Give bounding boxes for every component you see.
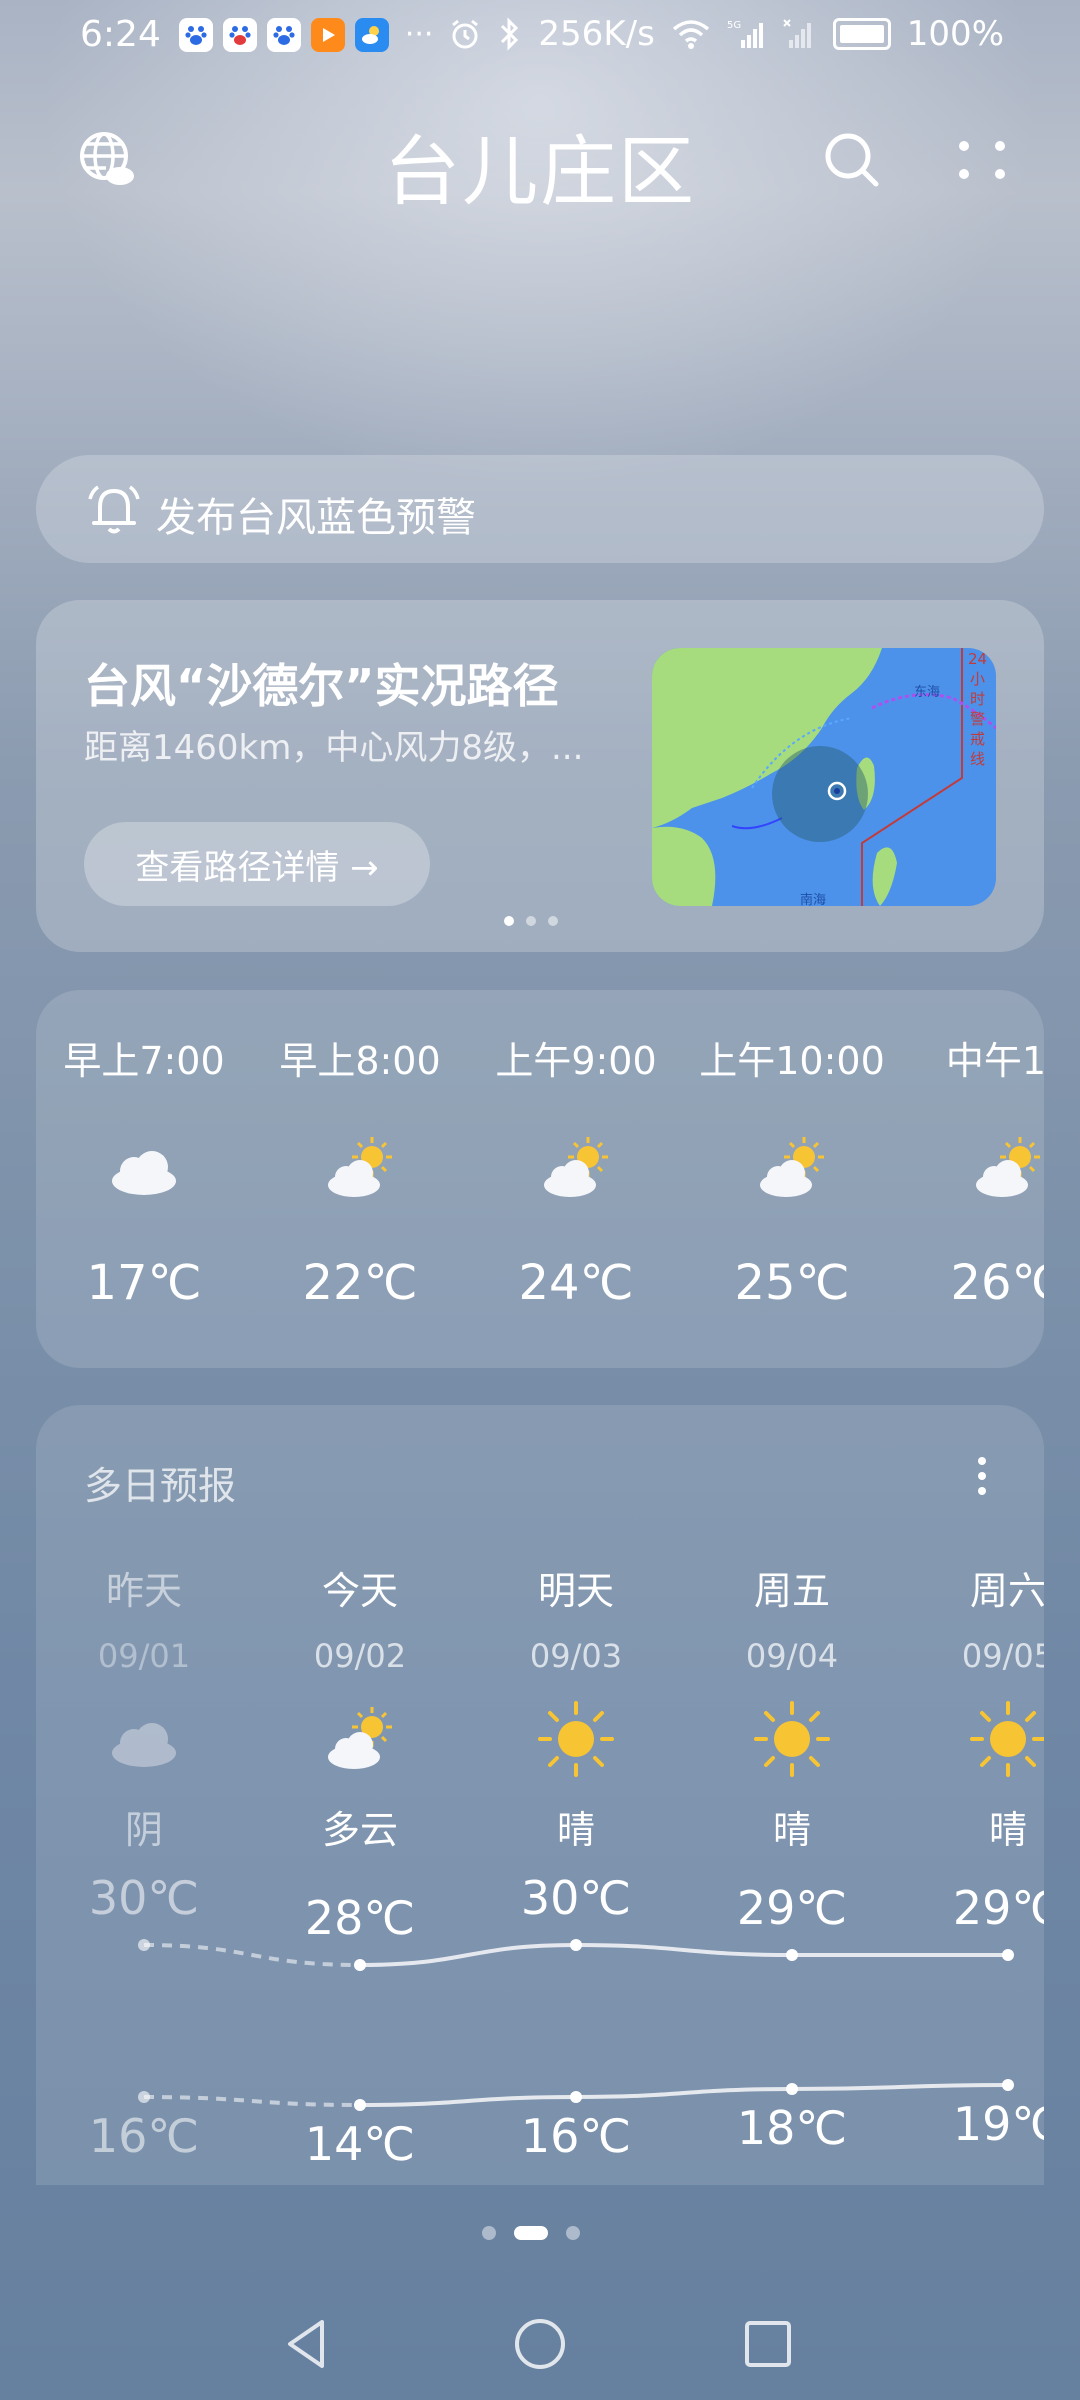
hourly-temp: 25℃ xyxy=(734,1255,850,1311)
city-title[interactable]: 台儿庄区 xyxy=(0,110,1080,220)
map-east-sea-label: 东海 xyxy=(914,685,940,700)
alarm-icon xyxy=(452,19,479,49)
high-temp-point xyxy=(786,1949,798,1961)
high-temp-segment xyxy=(143,1943,361,1967)
baidu-paw-icon xyxy=(266,17,301,52)
hourly-time: 早上8:00 xyxy=(279,1039,441,1083)
high-temp-point xyxy=(1002,1949,1014,1961)
recents-icon[interactable] xyxy=(736,2312,800,2376)
map-south-sea-label: 南海 xyxy=(800,892,826,906)
low-temp-label: 16℃ xyxy=(520,2109,632,2163)
menu-grid-icon[interactable] xyxy=(950,128,1014,192)
weather-app-icon xyxy=(354,17,389,52)
search-icon[interactable] xyxy=(820,128,884,192)
high-temp-point xyxy=(570,1939,582,1951)
high-temp-segment xyxy=(359,1943,577,1967)
typhoon-path-card[interactable]: 台风“沙德尔”实况路径 距离1460km，中心风力8级，... 查看路径详情 →… xyxy=(36,600,1044,952)
signal-no-sim-icon xyxy=(783,19,811,48)
hourly-time: 早上7:00 xyxy=(63,1039,225,1083)
high-temp-label: 29℃ xyxy=(736,1881,848,1935)
hourly-temp: 24℃ xyxy=(518,1255,634,1311)
low-temp-segment xyxy=(575,2087,793,2099)
high-temp-segment xyxy=(575,1943,793,1957)
battery-icon xyxy=(832,18,891,50)
low-temp-point xyxy=(1002,2079,1014,2091)
typhoon-map-thumbnail[interactable]: 24 小时警戒线 东海 南海 xyxy=(652,648,996,906)
low-temp-label: 14℃ xyxy=(304,2117,416,2171)
partly-cloudy-icon xyxy=(544,1137,608,1197)
typhoon-card-title: 台风“沙德尔”实况路径 xyxy=(84,659,559,713)
partly-cloudy-icon xyxy=(976,1137,1040,1197)
hourly-temp: 17℃ xyxy=(86,1255,202,1311)
low-temp-label: 18℃ xyxy=(736,2101,848,2155)
high-temp-point xyxy=(138,1939,150,1951)
low-temp-label: 19℃ xyxy=(952,2097,1044,2151)
high-temp-label: 30℃ xyxy=(520,1871,632,1925)
signal-5g-icon: 5G xyxy=(727,20,763,48)
low-temp-point xyxy=(354,2099,366,2111)
partly-cloudy-icon xyxy=(328,1137,392,1197)
high-temp-label: 30℃ xyxy=(88,1871,200,1925)
sky-background xyxy=(0,0,1080,520)
status-time: 6:24 xyxy=(80,14,161,55)
low-temp-segment xyxy=(791,2083,1009,2091)
header: 台儿庄区 xyxy=(0,110,1080,216)
hourly-time: 中午11 xyxy=(945,1039,1044,1083)
video-app-icon xyxy=(310,17,345,52)
map-warning-line-label: 24 小时警戒线 xyxy=(968,650,987,768)
hourly-temp: 26℃ xyxy=(950,1255,1045,1311)
back-icon[interactable] xyxy=(276,2312,340,2376)
hourly-item: 早上7:00 17℃ xyxy=(36,1030,252,1311)
bluetooth-icon xyxy=(501,17,519,51)
high-temp-point xyxy=(354,1959,366,1971)
low-temp-label: 16℃ xyxy=(88,2109,200,2163)
cloudy-icon xyxy=(112,1151,176,1195)
hourly-item: 早上8:00 22℃ xyxy=(252,1030,468,1311)
battery-percent: 100% xyxy=(906,14,1004,54)
card-pager-dots xyxy=(504,916,558,926)
low-temp-segment xyxy=(143,2095,361,2107)
high-temp-label: 29℃ xyxy=(952,1881,1044,1935)
baidu-paw-icon xyxy=(178,17,213,52)
hourly-temp: 22℃ xyxy=(302,1255,418,1311)
hourly-item: 中午11 26℃ xyxy=(900,1030,1044,1311)
home-icon[interactable] xyxy=(508,2312,572,2376)
partly-cloudy-icon xyxy=(760,1137,824,1197)
hourly-time: 上午9:00 xyxy=(495,1039,657,1083)
baidu-paw-icon xyxy=(222,17,257,52)
high-temp-label: 28℃ xyxy=(304,1891,416,1945)
view-path-details-button[interactable]: 查看路径详情 → xyxy=(84,822,430,906)
low-temp-point xyxy=(138,2091,150,2103)
svg-text:5G: 5G xyxy=(727,20,741,31)
multi-day-forecast[interactable]: 多日预报 昨天 09/01 阴 今天 09/02 多云 明天 09/03 晴 周… xyxy=(36,1405,1044,2185)
navigation-bar xyxy=(0,2290,1080,2400)
hourly-item: 上午10:00 25℃ xyxy=(684,1030,900,1311)
more-notifications-icon: ··· xyxy=(404,17,434,52)
typhoon-card-subtitle: 距离1460km，中心风力8级，... xyxy=(84,728,584,768)
typhoon-alert-banner[interactable]: 发布台风蓝色预警 xyxy=(36,455,1044,563)
page-indicator xyxy=(482,2226,580,2240)
low-temp-point xyxy=(786,2083,798,2095)
hourly-forecast[interactable]: 早上7:00 17℃ 早上8:00 22℃ 上午9:00 24℃ 上午10:00… xyxy=(36,990,1044,1368)
status-bar: 6:24 ··· 256K/s 5G 100% xyxy=(0,0,1080,72)
wifi-icon xyxy=(672,20,709,49)
network-speed: 256K/s xyxy=(538,14,655,54)
hourly-item: 上午9:00 24℃ xyxy=(468,1030,684,1311)
temperature-curve xyxy=(138,1939,1014,2111)
low-temp-segment xyxy=(359,2095,577,2107)
alert-text: 发布台风蓝色预警 xyxy=(156,495,476,541)
hourly-time: 上午10:00 xyxy=(699,1039,885,1083)
low-temp-point xyxy=(570,2091,582,2103)
bell-alert-icon xyxy=(88,485,140,534)
